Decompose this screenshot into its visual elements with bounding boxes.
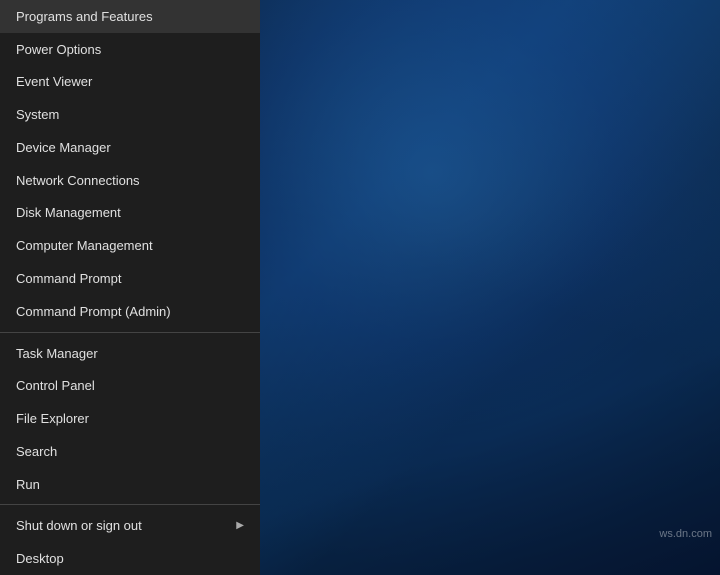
- menu-item-label-disk-management: Disk Management: [16, 205, 121, 220]
- menu-item-event-viewer[interactable]: Event Viewer: [0, 66, 260, 99]
- menu-item-label-computer-management: Computer Management: [16, 238, 153, 253]
- menu-divider: [0, 332, 260, 333]
- menu-item-command-prompt[interactable]: Command Prompt: [0, 262, 260, 295]
- menu-item-label-run: Run: [16, 477, 40, 492]
- menu-item-desktop[interactable]: Desktop: [0, 542, 260, 575]
- menu-item-run[interactable]: Run: [0, 468, 260, 501]
- menu-item-device-manager[interactable]: Device Manager: [0, 131, 260, 164]
- menu-item-search[interactable]: Search: [0, 435, 260, 468]
- menu-item-label-command-prompt: Command Prompt: [16, 271, 121, 286]
- menu-item-label-task-manager: Task Manager: [16, 346, 98, 361]
- menu-item-system[interactable]: System: [0, 98, 260, 131]
- menu-item-command-prompt-admin[interactable]: Command Prompt (Admin): [0, 295, 260, 328]
- menu-item-shut-down-sign-out[interactable]: Shut down or sign out ▶: [0, 509, 260, 542]
- menu-item-label-desktop: Desktop: [16, 551, 64, 566]
- context-menu: Programs and Features Power Options Event …: [0, 0, 260, 575]
- menu-item-control-panel[interactable]: Control Panel: [0, 369, 260, 402]
- menu-item-label-control-panel: Control Panel: [16, 378, 95, 393]
- menu-item-label-power-options: Power Options: [16, 42, 101, 57]
- menu-item-programs-features[interactable]: Programs and Features: [0, 0, 260, 33]
- menu-item-label-system: System: [16, 107, 59, 122]
- menu-item-power-options[interactable]: Power Options: [0, 33, 260, 66]
- watermark: ws.dn.com: [659, 528, 712, 540]
- menu-item-file-explorer[interactable]: File Explorer: [0, 402, 260, 435]
- menu-item-label-file-explorer: File Explorer: [16, 411, 89, 426]
- menu-item-disk-management[interactable]: Disk Management: [0, 197, 260, 230]
- menu-item-network-connections[interactable]: Network Connections: [0, 164, 260, 197]
- menu-item-label-command-prompt-admin: Command Prompt (Admin): [16, 304, 171, 319]
- menu-item-computer-management[interactable]: Computer Management: [0, 229, 260, 262]
- menu-item-label-network-connections: Network Connections: [16, 173, 140, 188]
- submenu-arrow-icon: ▶: [236, 520, 244, 531]
- menu-item-label-device-manager: Device Manager: [16, 140, 111, 155]
- menu-item-task-manager[interactable]: Task Manager: [0, 337, 260, 370]
- menu-item-label-shut-down-sign-out: Shut down or sign out: [16, 518, 142, 533]
- menu-item-label-search: Search: [16, 444, 57, 459]
- menu-item-label-programs-features: Programs and Features: [16, 9, 153, 24]
- menu-divider: [0, 504, 260, 505]
- menu-item-label-event-viewer: Event Viewer: [16, 74, 92, 89]
